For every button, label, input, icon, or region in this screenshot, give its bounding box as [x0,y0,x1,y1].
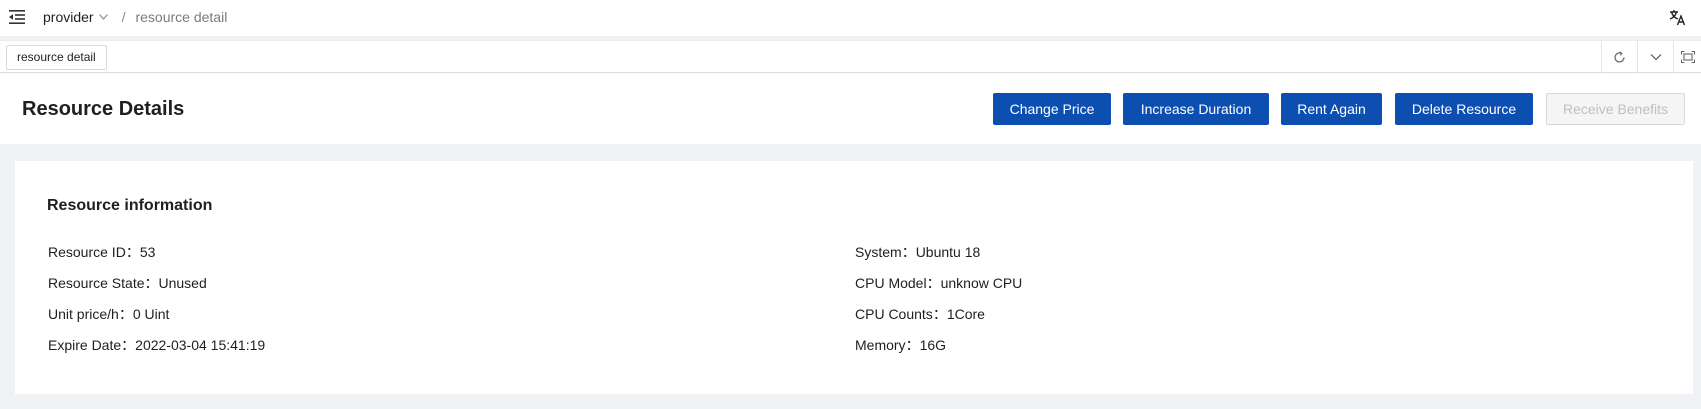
breadcrumb-current: resource detail [135,9,228,25]
receive-benefits-button[interactable]: Receive Benefits [1546,93,1685,125]
field-cpu-model: CPU Modelunknow CPU [855,273,1022,293]
field-label: CPU Counts [855,306,947,322]
rent-again-button[interactable]: Rent Again [1281,93,1382,125]
field-value: 2022-03-04 15:41:19 [135,337,266,353]
field-expire-date: Expire Date2022-03-04 15:41:19 [48,335,265,355]
chevron-down-icon [1650,54,1661,61]
breadcrumb-provider[interactable]: provider [43,9,108,25]
field-resource-id: Resource ID53 [48,242,155,262]
field-value: Unused [158,275,207,291]
delete-resource-button[interactable]: Delete Resource [1395,93,1533,125]
field-label: System [855,244,916,260]
field-value: 16G [919,337,947,353]
field-cpu-counts: CPU Counts1Core [855,304,985,324]
tab-resource-detail[interactable]: resource detail [6,45,107,70]
field-memory: Memory16G [855,335,946,355]
page-title: Resource Details [22,98,185,120]
field-value: 1Core [946,306,985,322]
field-label: Resource State [48,275,159,291]
fullscreen-button[interactable] [1673,41,1701,73]
field-value: Ubuntu 18 [915,244,981,260]
change-price-button[interactable]: Change Price [993,93,1111,125]
refresh-tab-button[interactable] [1601,41,1637,73]
field-value: unknow CPU [940,275,1023,291]
page-header: Resource Details Change Price Increase D… [0,73,1701,144]
section-title: Resource information [47,197,213,214]
top-header: provider / resource detail [0,0,1701,36]
fullscreen-icon [1680,51,1695,63]
menu-fold-icon[interactable] [9,10,25,24]
translate-icon[interactable] [1669,9,1686,26]
field-value: 0 Uint [132,306,170,322]
field-label: CPU Model [855,275,941,291]
field-value: 53 [139,244,156,260]
breadcrumb-provider-label: provider [43,9,94,25]
field-label: Unit price/h [48,306,133,322]
field-system: SystemUbuntu 18 [855,242,980,262]
field-resource-state: Resource StateUnused [48,273,207,293]
field-unit-price: Unit price/h0 Uint [48,304,169,324]
breadcrumb-separator: / [121,9,126,25]
tab-menu-button[interactable] [1637,41,1673,73]
resource-info-card: Resource information Resource ID53 Resou… [15,161,1693,394]
refresh-icon [1614,51,1625,63]
tabs-bar: resource detail [0,40,1701,73]
chevron-down-icon [98,14,108,20]
increase-duration-button[interactable]: Increase Duration [1123,93,1269,125]
field-label: Memory [855,337,920,353]
breadcrumb: provider / resource detail [43,9,227,25]
field-label: Resource ID [48,244,140,260]
field-label: Expire Date [48,337,135,353]
